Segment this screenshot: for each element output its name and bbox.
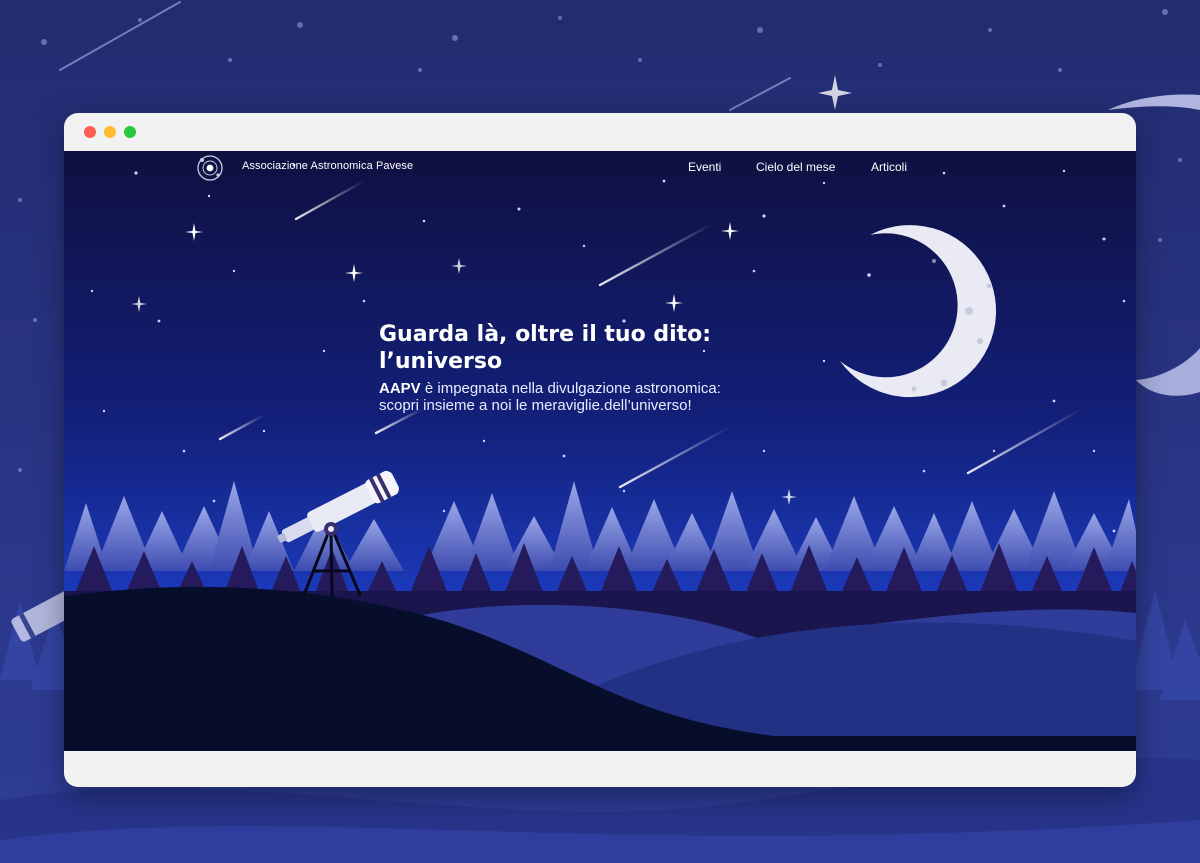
- nav-link-articoli[interactable]: Articoli: [871, 160, 907, 174]
- website-viewport: Associazione Astronomica Pavese Eventi C…: [64, 151, 1136, 751]
- nav-link-eventi[interactable]: Eventi: [688, 160, 721, 174]
- hero-description-line-1: è impegnata nella divulgazione astronomi…: [420, 380, 721, 397]
- maximize-window-button[interactable]: [124, 126, 136, 138]
- hero-title-line-1: Guarda là, oltre il tuo dito:: [379, 322, 712, 347]
- browser-titlebar: [64, 113, 1136, 151]
- nav-link-cielo-del-mese[interactable]: Cielo del mese: [756, 160, 835, 174]
- orbit-logo-icon[interactable]: [196, 154, 224, 182]
- hero-illustration: [64, 151, 1136, 751]
- hero-description: AAPV è impegnata nella divulgazione astr…: [379, 380, 819, 414]
- hero-org-acronym: AAPV: [379, 380, 421, 397]
- hero-description-line-2: scopri insieme a noi le meraviglie.dell’…: [379, 397, 692, 414]
- close-window-button[interactable]: [84, 126, 96, 138]
- hero-title: Guarda là, oltre il tuo dito: l’universo: [379, 321, 819, 375]
- hero-title-line-2: l’universo: [379, 349, 503, 374]
- minimize-window-button[interactable]: [104, 126, 116, 138]
- brand-name[interactable]: Associazione Astronomica Pavese: [242, 160, 413, 172]
- site-navbar: Associazione Astronomica Pavese Eventi C…: [64, 151, 1136, 185]
- browser-window: Associazione Astronomica Pavese Eventi C…: [64, 113, 1136, 787]
